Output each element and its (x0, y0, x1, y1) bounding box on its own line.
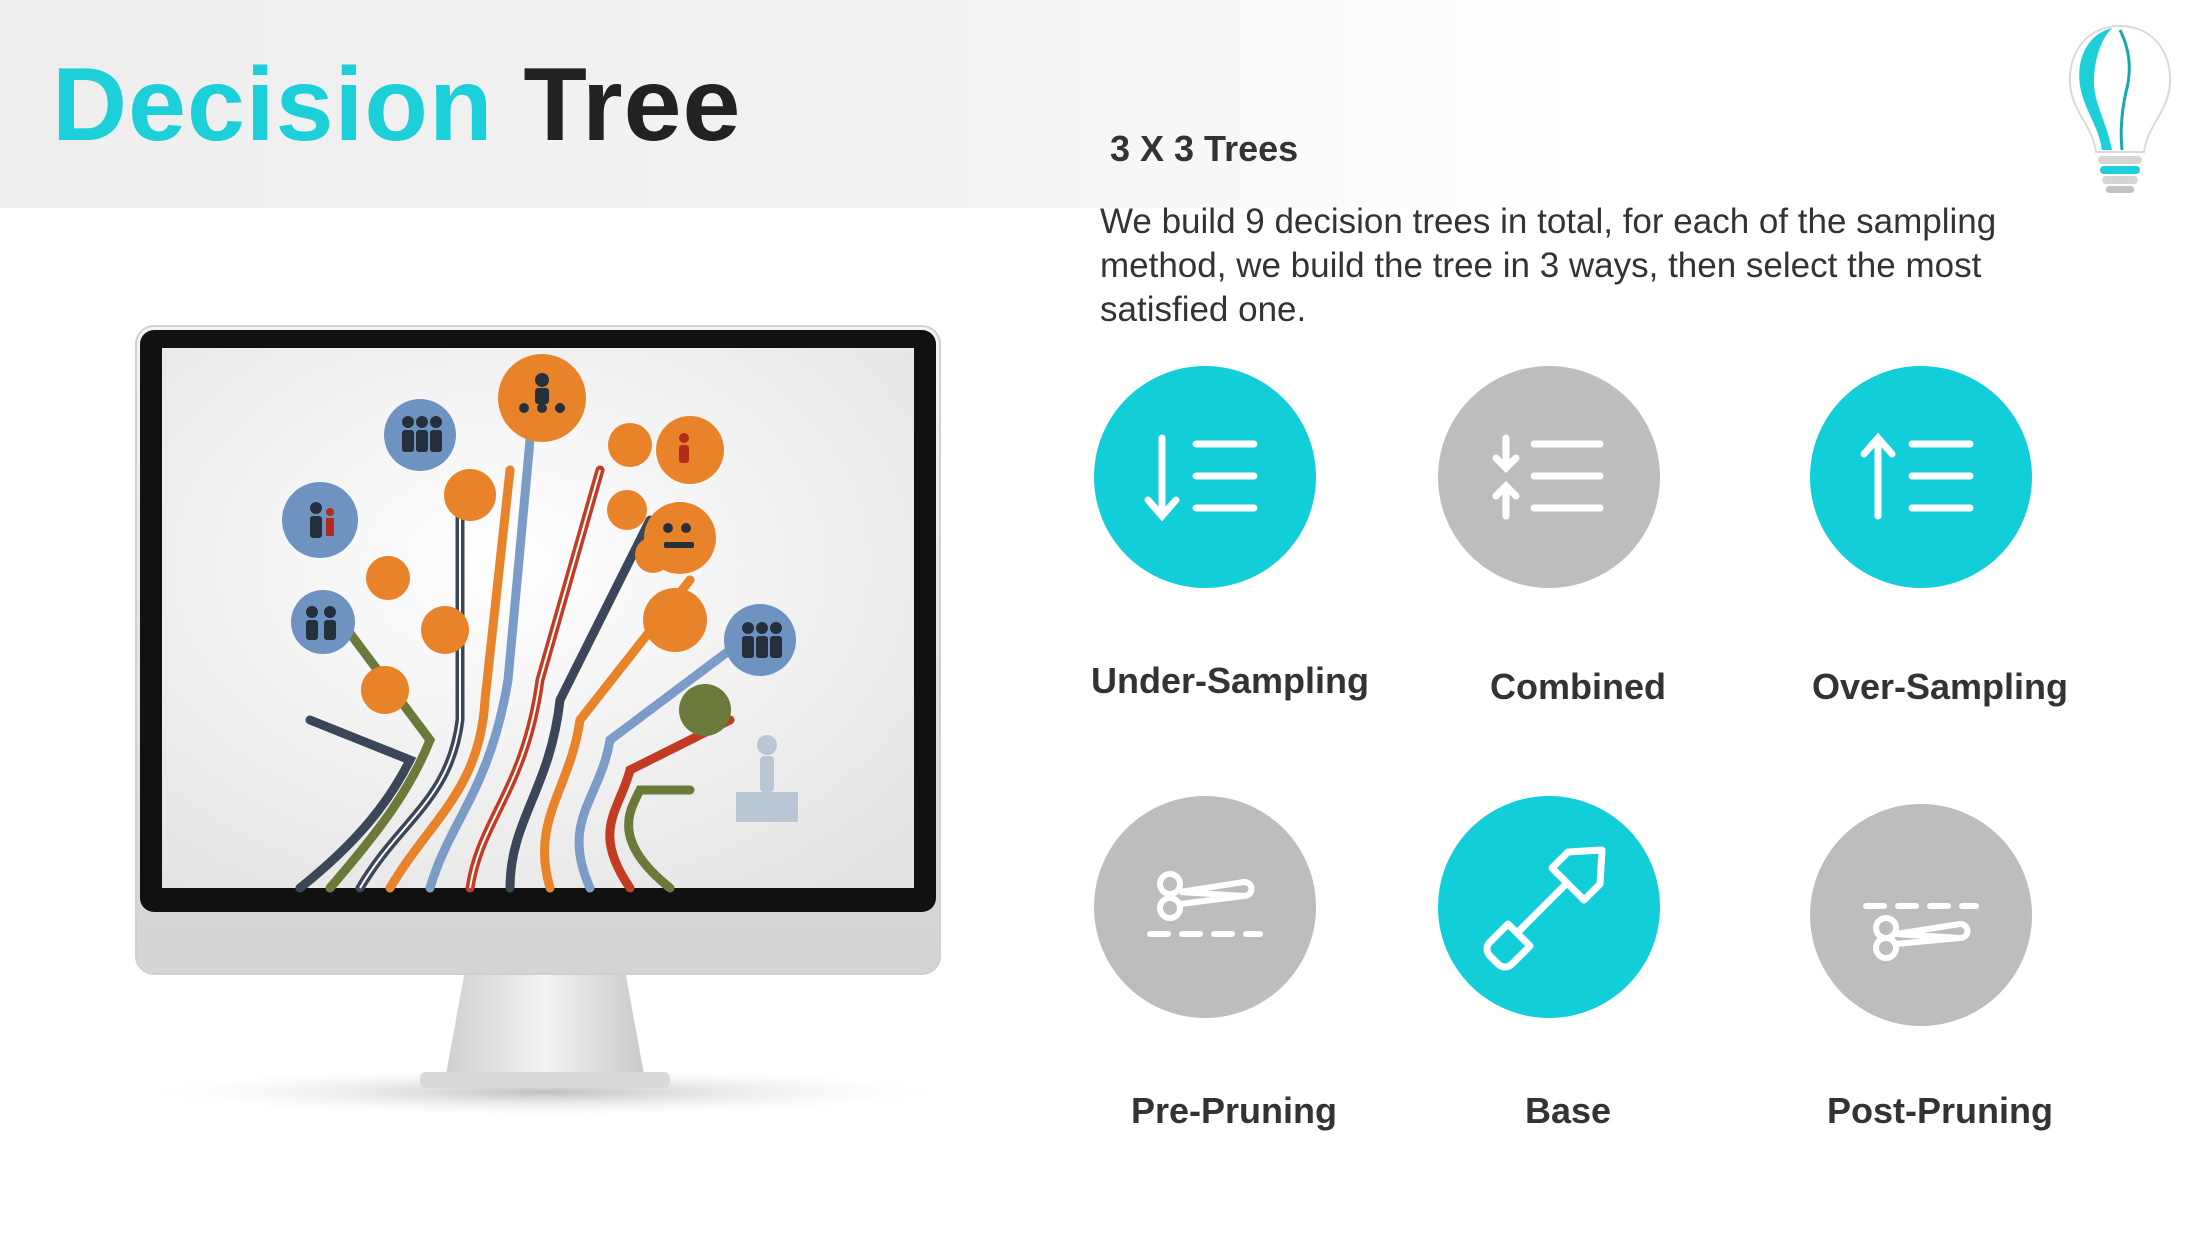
sort-descending-list-icon (1144, 434, 1258, 522)
option-label: Combined (1490, 666, 1666, 707)
section-subtitle: 3 X 3 Trees (1110, 128, 1299, 169)
option-label: Over-Sampling (1811, 666, 2069, 707)
scissors-cut-line-icon (1863, 903, 1979, 961)
shovel-icon (1483, 846, 1606, 971)
option-label: Base (1524, 1090, 1612, 1131)
title-dark-word: Tree (523, 47, 742, 163)
monitor-illustration (130, 325, 960, 1118)
slide-title: Decision Tree (52, 40, 741, 170)
lightbulb-logo-icon (2068, 24, 2172, 193)
option-label: Post-Pruning (1827, 1090, 2053, 1131)
under-sampling-circle (1094, 366, 1316, 588)
base-circle (1438, 796, 1660, 1018)
over-sampling-circle (1810, 366, 2032, 588)
combined-circle (1438, 366, 1660, 588)
option-label: Pre-Pruning (1130, 1090, 1337, 1131)
title-accent-word: Decision (52, 47, 494, 163)
scissors-cut-line-icon (1147, 871, 1263, 937)
pre-pruning-circle (1094, 796, 1316, 1018)
sort-ascending-list-icon (1860, 432, 1974, 520)
post-pruning-circle (1810, 804, 2032, 1026)
option-label: Under-Sampling (1090, 660, 1369, 701)
sort-up-down-list-icon (1492, 434, 1604, 520)
description-text: We build 9 decision trees in total, for … (1100, 202, 1997, 329)
